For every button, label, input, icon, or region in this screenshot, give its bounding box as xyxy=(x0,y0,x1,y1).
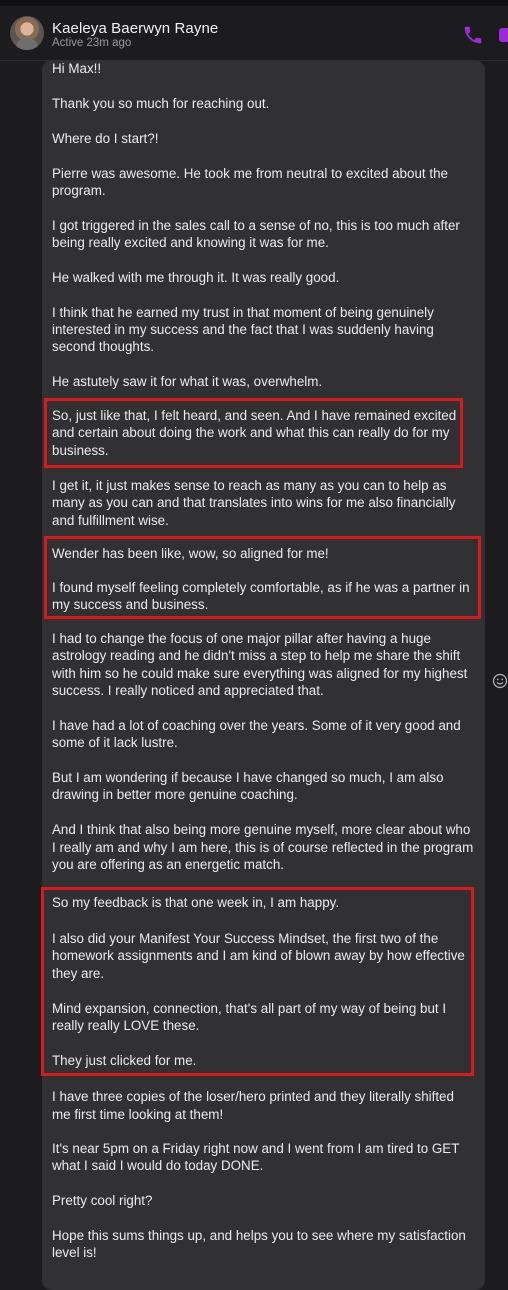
message-line: second thoughts. xyxy=(52,339,154,354)
video-icon[interactable] xyxy=(498,24,508,46)
message-line: many as you can and that translates into… xyxy=(52,495,456,510)
message-line: I really am and why I am here, this is o… xyxy=(52,840,474,855)
highlight-box-2 xyxy=(44,536,481,619)
message-line: astrology reading and he didn't miss a s… xyxy=(52,648,461,663)
contact-name[interactable]: Kaeleya Baerwyn Rayne xyxy=(52,20,218,37)
message-line: I got triggered in the sales call to a s… xyxy=(52,218,460,233)
message-line: drawing in better more genuine coaching. xyxy=(52,787,298,802)
message-line: I had to change the focus of one major p… xyxy=(52,631,431,646)
message-line: It's near 5pm on a Friday right now and … xyxy=(52,1141,460,1156)
phone-icon[interactable] xyxy=(462,24,484,46)
message-line: I have had a lot of coaching over the ye… xyxy=(52,718,461,733)
message-line: and fulfillment wise. xyxy=(52,513,169,528)
message-line: And I think that also being more genuine… xyxy=(52,822,471,837)
highlight-box-3 xyxy=(41,887,474,1076)
message-line: level is! xyxy=(52,1245,97,1260)
avatar[interactable] xyxy=(10,16,44,50)
highlight-box-1 xyxy=(44,398,463,468)
message-line: some of it lack lustre. xyxy=(52,735,178,750)
message-line: Pretty cool right? xyxy=(52,1193,153,1208)
message-line: Hi Max!! xyxy=(52,61,102,76)
message-line: Where do I start?! xyxy=(52,131,159,146)
chat-header: Kaeleya Baerwyn Rayne Active 23m ago xyxy=(0,6,508,61)
message-line: He astutely saw it for what it was, over… xyxy=(52,374,323,389)
message-line: He walked with me through it. It was rea… xyxy=(52,270,340,285)
message-line: program. xyxy=(52,183,106,198)
message-line: what I said I would do today DONE. xyxy=(52,1158,264,1173)
message-line: success. I really noticed and appreciate… xyxy=(52,683,324,698)
active-status: Active 23m ago xyxy=(52,37,132,49)
message-line: Hope this sums things up, and helps you … xyxy=(52,1228,466,1243)
message-line: you are offering as an energetic match. xyxy=(52,857,284,872)
message-line: Pierre was awesome. He took me from neut… xyxy=(52,166,448,181)
message-line: But I am wondering if because I have cha… xyxy=(52,770,444,785)
message-line: with him so he could make sure everythin… xyxy=(52,666,468,681)
emoji-react-icon[interactable] xyxy=(492,673,508,689)
message-line: Thank you so much for reaching out. xyxy=(52,96,270,111)
message-line: I have three copies of the loser/hero pr… xyxy=(52,1089,454,1104)
message-line: I think that he earned my trust in that … xyxy=(52,305,434,320)
message-line: being really excited and knowing it was … xyxy=(52,235,329,250)
message-line: me first time looking at them! xyxy=(52,1107,224,1122)
message-line: interested in my success and the fact th… xyxy=(52,322,434,337)
message-line: I get it, it just makes sense to reach a… xyxy=(52,478,447,493)
